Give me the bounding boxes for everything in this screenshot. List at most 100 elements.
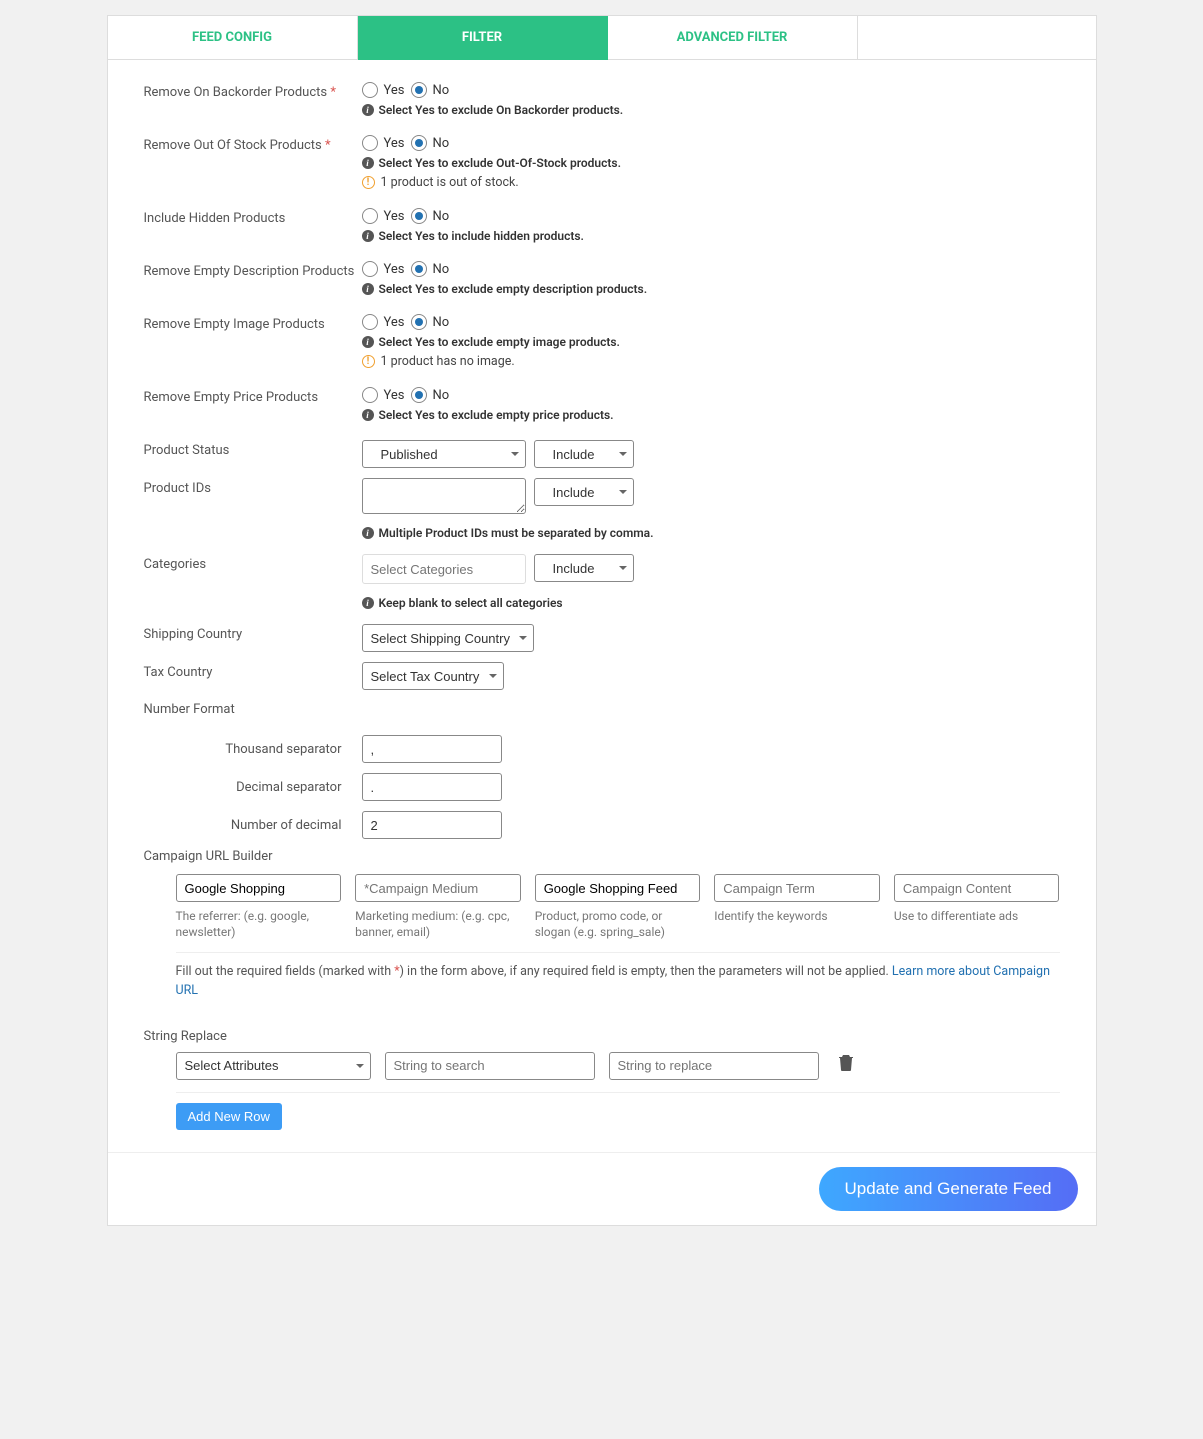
row-oos: Remove Out Of Stock Products * Yes No i … bbox=[144, 135, 1060, 190]
help-empty-price: i Select Yes to exclude empty price prod… bbox=[362, 408, 1060, 422]
help-backorder: i Select Yes to exclude On Backorder pro… bbox=[362, 103, 1060, 117]
campaign-medium-input[interactable] bbox=[355, 874, 521, 902]
note-before: Fill out the required fields (marked wit… bbox=[176, 964, 395, 979]
radio-hidden-yes[interactable] bbox=[362, 208, 378, 224]
campaign-content-hint: Use to differentiate ads bbox=[894, 908, 1060, 924]
radio-no-label: No bbox=[433, 262, 450, 277]
radio-empty-img-no[interactable] bbox=[411, 314, 427, 330]
categories-input[interactable] bbox=[362, 554, 526, 584]
radio-group-empty-img: Yes No bbox=[362, 314, 1060, 330]
radio-yes-label: Yes bbox=[384, 262, 405, 277]
update-generate-feed-button[interactable]: Update and Generate Feed bbox=[819, 1167, 1078, 1211]
radio-group-hidden: Yes No bbox=[362, 208, 1060, 224]
label-empty-price: Remove Empty Price Products bbox=[144, 387, 362, 405]
product-ids-mode-select[interactable]: Include bbox=[534, 478, 634, 506]
tab-feed-config[interactable]: FEED CONFIG bbox=[108, 16, 358, 60]
row-empty-desc: Remove Empty Description Products Yes No… bbox=[144, 261, 1060, 296]
product-status-select-wrap: Published bbox=[362, 440, 526, 468]
field-shipping-country: Select Shipping Country bbox=[362, 624, 1060, 652]
campaign-term-input[interactable] bbox=[714, 874, 880, 902]
sr-replace-input[interactable] bbox=[609, 1052, 819, 1080]
thousand-sep-input[interactable] bbox=[362, 735, 502, 763]
campaign-name-input[interactable] bbox=[535, 874, 701, 902]
row-decimal-count: Number of decimal bbox=[144, 811, 1060, 839]
row-empty-price: Remove Empty Price Products Yes No i Sel… bbox=[144, 387, 1060, 422]
row-empty-img: Remove Empty Image Products Yes No i Sel… bbox=[144, 314, 1060, 369]
row-shipping-country: Shipping Country Select Shipping Country bbox=[144, 624, 1060, 652]
campaign-title: Campaign URL Builder bbox=[144, 849, 1060, 864]
categories-pair: Include bbox=[362, 554, 1060, 584]
radio-oos-yes[interactable] bbox=[362, 135, 378, 151]
sr-attr-wrap: Select Attributes bbox=[176, 1052, 371, 1080]
decimal-sep-input[interactable] bbox=[362, 773, 502, 801]
help-text: Multiple Product IDs must be separated b… bbox=[379, 526, 654, 540]
help-oos: i Select Yes to exclude Out-Of-Stock pro… bbox=[362, 156, 1060, 170]
campaign-col-source: The referrer: (e.g. google, newsletter) bbox=[176, 874, 342, 940]
help-empty-desc: i Select Yes to exclude empty descriptio… bbox=[362, 282, 1060, 296]
radio-yes-label: Yes bbox=[384, 388, 405, 403]
help-text: Select Yes to include hidden products. bbox=[379, 229, 584, 243]
add-new-row-button[interactable]: Add New Row bbox=[176, 1103, 282, 1130]
warning-icon: ! bbox=[362, 176, 375, 189]
field-empty-desc: Yes No i Select Yes to exclude empty des… bbox=[362, 261, 1060, 296]
categories-mode-wrap: Include bbox=[534, 554, 634, 582]
label-backorder: Remove On Backorder Products * bbox=[144, 82, 362, 100]
sr-search-input[interactable] bbox=[385, 1052, 595, 1080]
radio-empty-price-yes[interactable] bbox=[362, 387, 378, 403]
label-decimal-sep: Decimal separator bbox=[144, 780, 362, 795]
tab-filter[interactable]: FILTER bbox=[358, 16, 608, 60]
label-shipping-country: Shipping Country bbox=[144, 624, 362, 642]
product-ids-textarea[interactable] bbox=[362, 478, 526, 514]
filter-settings-panel: FEED CONFIG FILTER ADVANCED FILTER Remov… bbox=[107, 15, 1097, 1226]
radio-empty-desc-no[interactable] bbox=[411, 261, 427, 277]
radio-backorder-no[interactable] bbox=[411, 82, 427, 98]
decimal-count-input[interactable] bbox=[362, 811, 502, 839]
radio-no-label: No bbox=[433, 388, 450, 403]
help-text: Select Yes to exclude Out-Of-Stock produ… bbox=[379, 156, 622, 170]
info-icon: i bbox=[362, 283, 374, 295]
campaign-content-input[interactable] bbox=[894, 874, 1060, 902]
info-icon: i bbox=[362, 409, 374, 421]
row-backorder: Remove On Backorder Products * Yes No i … bbox=[144, 82, 1060, 117]
radio-yes-label: Yes bbox=[384, 83, 405, 98]
radio-backorder-yes[interactable] bbox=[362, 82, 378, 98]
help-text: Select Yes to exclude empty price produc… bbox=[379, 408, 614, 422]
product-ids-mode-wrap: Include bbox=[534, 478, 634, 506]
radio-empty-desc-yes[interactable] bbox=[362, 261, 378, 277]
radio-empty-img-yes[interactable] bbox=[362, 314, 378, 330]
tax-country-select[interactable]: Select Tax Country bbox=[362, 662, 504, 690]
row-decimal-sep: Decimal separator bbox=[144, 773, 1060, 801]
campaign-source-input[interactable] bbox=[176, 874, 342, 902]
footer: Update and Generate Feed bbox=[108, 1152, 1096, 1225]
radio-oos-no[interactable] bbox=[411, 135, 427, 151]
radio-no-label: No bbox=[433, 315, 450, 330]
radio-yes-label: Yes bbox=[384, 209, 405, 224]
categories-mode-select[interactable]: Include bbox=[534, 554, 634, 582]
radio-yes-label: Yes bbox=[384, 315, 405, 330]
shipping-country-select[interactable]: Select Shipping Country bbox=[362, 624, 534, 652]
label-text: Remove Out Of Stock Products bbox=[144, 138, 322, 153]
help-categories: i Keep blank to select all categories bbox=[362, 596, 1060, 610]
help-text: Keep blank to select all categories bbox=[379, 596, 563, 610]
sr-attribute-select[interactable]: Select Attributes bbox=[176, 1052, 371, 1080]
radio-group-backorder: Yes No bbox=[362, 82, 1060, 98]
row-product-ids: Product IDs Include i Multiple Product I… bbox=[144, 478, 1060, 540]
radio-no-label: No bbox=[433, 136, 450, 151]
product-status-mode-select[interactable]: Include bbox=[534, 440, 634, 468]
row-categories: Categories Include i Keep blank to selec… bbox=[144, 554, 1060, 610]
tab-advanced-filter[interactable]: ADVANCED FILTER bbox=[608, 16, 858, 60]
row-thousand-sep: Thousand separator bbox=[144, 735, 1060, 763]
label-oos: Remove Out Of Stock Products * bbox=[144, 135, 362, 153]
field-oos: Yes No i Select Yes to exclude Out-Of-St… bbox=[362, 135, 1060, 190]
product-status-select[interactable]: Published bbox=[362, 440, 526, 468]
info-icon: i bbox=[362, 157, 374, 169]
help-text: Select Yes to exclude empty image produc… bbox=[379, 335, 620, 349]
radio-hidden-no[interactable] bbox=[411, 208, 427, 224]
trash-icon[interactable] bbox=[839, 1055, 853, 1075]
help-empty-img: i Select Yes to exclude empty image prod… bbox=[362, 335, 1060, 349]
info-icon: i bbox=[362, 336, 374, 348]
radio-empty-price-no[interactable] bbox=[411, 387, 427, 403]
field-backorder: Yes No i Select Yes to exclude On Backor… bbox=[362, 82, 1060, 117]
campaign-grid: The referrer: (e.g. google, newsletter) … bbox=[144, 874, 1060, 940]
warning-icon: ! bbox=[362, 355, 375, 368]
